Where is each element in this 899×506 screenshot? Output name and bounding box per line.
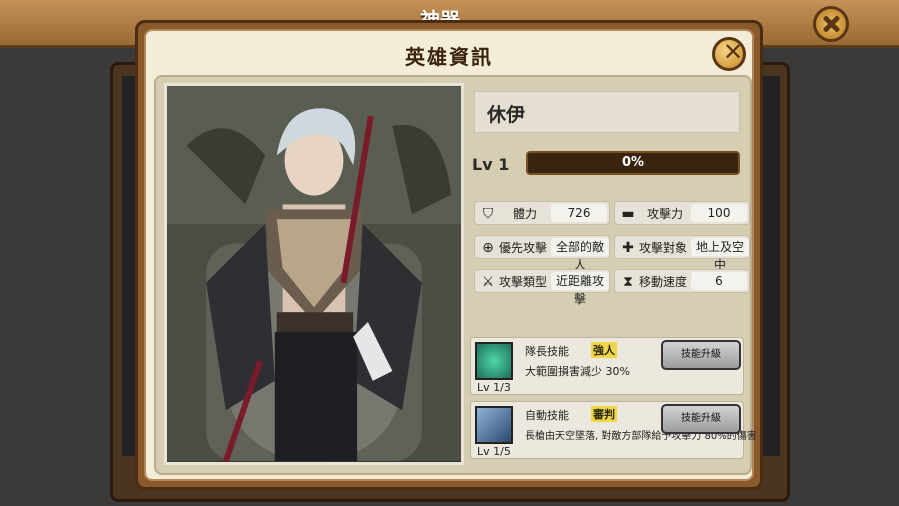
skill-type: 自動技能 (525, 409, 569, 422)
stat-hp: ⛉ 體力 726 (474, 201, 610, 225)
stat-label: 移動速度 (639, 275, 688, 289)
dialog-body: 英雄資訊 ✕ 休伊 Lv 1 0% ⛉ 體力 726 ▬ 攻擊力 100 ⊕ 優… (144, 29, 757, 481)
stat-value: 近距離攻擊 (551, 272, 609, 306)
target-icon: ⊕ (482, 240, 494, 256)
skill-level: Lv 1/3 (477, 381, 511, 394)
background-close-icon[interactable] (813, 6, 849, 42)
hero-portrait (164, 83, 464, 465)
stat-label: 攻擊類型 (499, 275, 548, 289)
skill-name: 審判 (591, 406, 617, 422)
skill-leader: Lv 1/3 隊長技能 強人 大範圍損害減少 30% 技能升級 (470, 337, 744, 395)
shield-icon: ⛉ (482, 206, 494, 222)
close-icon: ✕ (723, 38, 744, 66)
skill-icon-auto (475, 406, 513, 444)
sword-icon: ⚔ (481, 274, 495, 290)
stat-label: 攻擊力 (647, 207, 684, 221)
cannon-icon: ▬ (621, 206, 635, 222)
hero-info-dialog: 英雄資訊 ✕ 休伊 Lv 1 0% ⛉ 體力 726 ▬ 攻擊力 100 ⊕ 優… (135, 20, 763, 490)
dialog-title: 英雄資訊 (405, 45, 493, 69)
stat-attack-type: ⚔ 攻擊類型 近距離攻擊 (474, 269, 610, 306)
xp-percent: 0% (621, 155, 645, 170)
skill-description: 大範圍損害減少 30% (525, 365, 630, 378)
stat-value: 地上及空中 (691, 238, 749, 272)
stat-priority: ⊕ 優先攻擊 全部的敵人 (474, 235, 610, 272)
crosshair-icon: ✚ (622, 240, 634, 256)
hourglass-icon: ⧗ (623, 274, 633, 290)
skill-icon-leader (475, 342, 513, 380)
hero-level: Lv 1 (472, 155, 510, 174)
stat-value: 全部的敵人 (551, 238, 609, 272)
skill-level: Lv 1/5 (477, 445, 511, 458)
stat-label: 體力 (513, 207, 538, 221)
stat-attack: ▬ 攻擊力 100 (614, 201, 750, 225)
stat-label: 優先攻擊 (499, 241, 548, 255)
close-button[interactable]: ✕ (712, 37, 746, 71)
skill-upgrade-button[interactable]: 技能升級 (661, 340, 741, 370)
stat-value: 6 (691, 272, 747, 290)
skill-name: 強人 (591, 342, 617, 358)
hero-name: 休伊 (487, 104, 526, 126)
background-list-right (760, 76, 780, 456)
skill-auto: Lv 1/5 自動技能 審判 長槍由天空墜落, 對敵方部隊給予攻擊力 80%的傷… (470, 401, 757, 459)
skill-upgrade-button[interactable]: 技能升級 (661, 404, 741, 434)
xp-bar: 0% (526, 151, 740, 175)
stat-move-speed: ⧗ 移動速度 6 (614, 269, 750, 293)
hero-portrait-illustration (167, 86, 461, 462)
stat-label: 攻擊對象 (639, 241, 688, 255)
stat-target: ✚ 攻擊對象 地上及空中 (614, 235, 750, 272)
stat-value: 726 (551, 204, 607, 222)
content-panel: 休伊 Lv 1 0% ⛉ 體力 726 ▬ 攻擊力 100 ⊕ 優先攻擊 全部的… (154, 75, 757, 475)
hero-name-box: 休伊 (474, 91, 740, 133)
stat-value: 100 (691, 204, 747, 222)
skill-type: 隊長技能 (525, 345, 569, 358)
